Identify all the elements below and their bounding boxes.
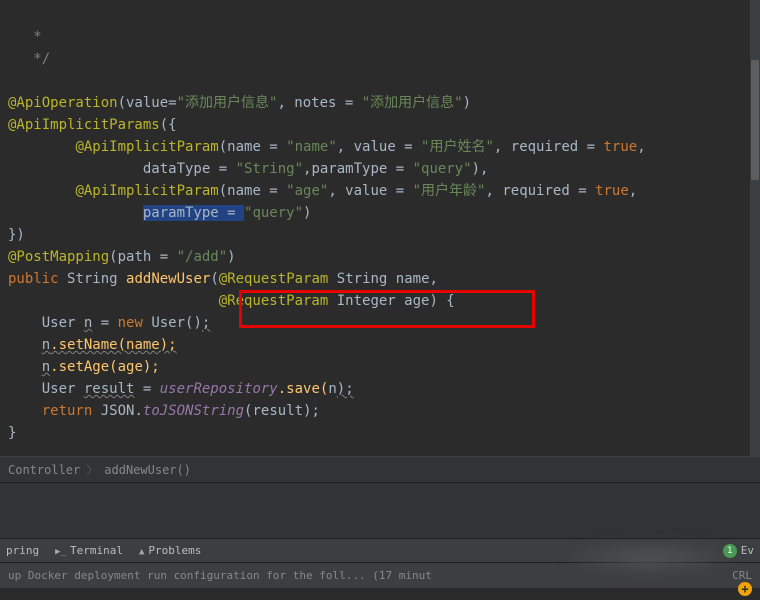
code-line: n.setName(name);	[8, 337, 177, 353]
add-icon[interactable]: +	[738, 582, 752, 596]
code-line: }	[8, 425, 16, 441]
code-line: @PostMapping(path = "/add")	[8, 249, 236, 265]
code-line: public String addNewUser(@RequestParam S…	[8, 271, 438, 287]
code-line: @ApiImplicitParam(name = "name", value =…	[8, 139, 646, 155]
tab-terminal[interactable]: Terminal	[55, 544, 123, 557]
breadcrumb-item[interactable]: Controller	[8, 463, 80, 477]
code-line: return JSON.toJSONString(result);	[8, 403, 320, 419]
code-editor[interactable]: * */ @ApiOperation(value="添加用户信息", notes…	[0, 0, 760, 456]
tab-events[interactable]: 1Ev	[723, 544, 754, 558]
terminal-icon	[55, 544, 66, 557]
chevron-right-icon: 〉	[86, 461, 98, 478]
code-line: paramType = "query")	[8, 205, 311, 221]
scrollbar-thumb[interactable]	[751, 60, 759, 180]
code-line: dataType = "String",paramType = "query")…	[8, 161, 488, 177]
code-line: User n = new User();	[8, 315, 210, 331]
code-line: n.setAge(age);	[8, 359, 160, 375]
code-line: User result = userRepository.save(n);	[8, 381, 354, 397]
code-line: @ApiImplicitParam(name = "age", value = …	[8, 183, 637, 199]
code-line: @RequestParam Integer age) {	[8, 293, 455, 309]
tool-window-bar: pring Terminal Problems 1Ev	[0, 538, 760, 562]
warning-icon	[139, 544, 144, 557]
breadcrumb-item[interactable]: addNewUser()	[104, 463, 191, 477]
code-line: @ApiOperation(value="添加用户信息", notes = "添…	[8, 95, 471, 111]
status-encoding[interactable]: CRL	[732, 569, 752, 582]
code-line: */	[8, 51, 50, 67]
code-line: @ApiImplicitParams({	[8, 117, 177, 133]
tool-window-area	[0, 482, 760, 538]
status-message: up Docker deployment run configuration f…	[8, 569, 432, 582]
status-bar: up Docker deployment run configuration f…	[0, 562, 760, 588]
breadcrumb[interactable]: Controller 〉 addNewUser()	[0, 456, 760, 482]
tab-problems[interactable]: Problems	[139, 544, 201, 557]
editor-scrollbar[interactable]	[750, 0, 760, 456]
code-line: })	[8, 227, 25, 243]
code-line: *	[8, 29, 42, 45]
event-count-badge: 1	[723, 544, 737, 558]
tab-spring[interactable]: pring	[6, 544, 39, 557]
